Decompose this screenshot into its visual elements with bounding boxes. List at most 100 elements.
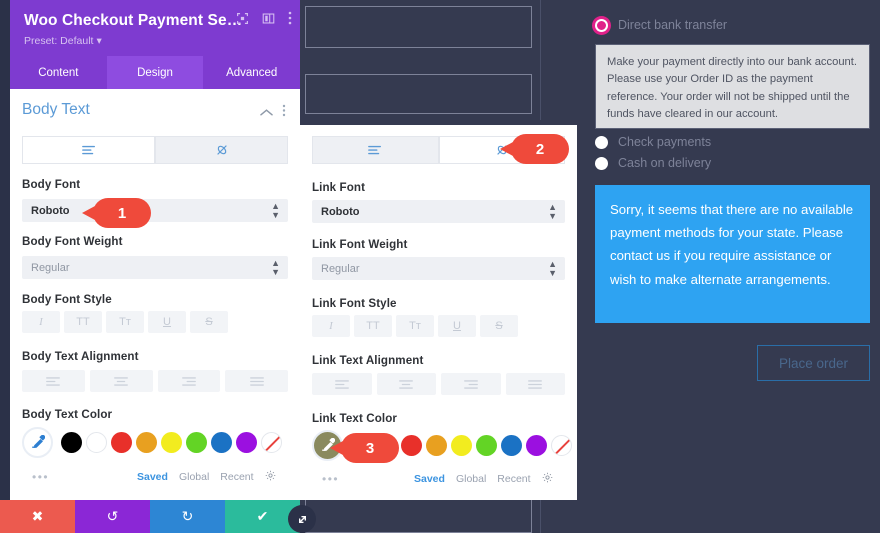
section-controls (260, 104, 286, 122)
swatch-purple[interactable] (236, 432, 257, 453)
strikethrough-button[interactable]: S (190, 311, 228, 333)
tab-design[interactable]: Design (106, 56, 204, 89)
gear-icon[interactable] (542, 472, 553, 486)
body-text-color-picker[interactable] (22, 427, 53, 458)
align-left-button[interactable] (22, 370, 85, 392)
swatch-blue[interactable] (501, 435, 522, 456)
modal-resize-handle[interactable] (288, 505, 316, 533)
body-link-tab[interactable] (155, 136, 288, 164)
align-center-button[interactable] (376, 373, 436, 395)
body-text-tab[interactable] (22, 136, 155, 164)
swatch-orange[interactable] (136, 432, 157, 453)
payment-option-direct-bank-transfer[interactable]: Direct bank transfer (595, 18, 727, 32)
body-text-type-toggle (22, 136, 288, 164)
layout-columns-icon[interactable] (262, 12, 275, 25)
more-vertical-icon[interactable] (288, 11, 292, 25)
modal-left-rail (0, 0, 10, 500)
swatch-green[interactable] (476, 435, 497, 456)
payment-option-label: Check payments (618, 135, 712, 149)
swatch-blue[interactable] (211, 432, 232, 453)
body-font-weight-label: Body Font Weight (22, 235, 123, 248)
undo-button[interactable]: ↺ (75, 500, 150, 533)
redo-button[interactable]: ↻ (150, 500, 225, 533)
palette-tab-saved[interactable]: Saved (137, 471, 168, 483)
swatch-red[interactable] (111, 432, 132, 453)
swatch-red[interactable] (401, 435, 422, 456)
swatch-yellow[interactable] (161, 432, 182, 453)
body-palette-tabs: Saved Global Recent (137, 470, 276, 484)
link-palette-tabs: Saved Global Recent (414, 472, 553, 486)
screen: Direct bank transfer Check payments Cash… (0, 0, 880, 533)
underline-button[interactable]: U (438, 315, 476, 337)
italic-button[interactable]: I (22, 311, 60, 333)
gear-icon[interactable] (265, 470, 276, 484)
payment-option-label: Cash on delivery (618, 156, 712, 170)
place-order-button[interactable]: Place order (757, 345, 870, 381)
palette-tab-recent[interactable]: Recent (220, 471, 253, 483)
capitalize-button[interactable]: Tᴛ (106, 311, 144, 333)
body-text-color-label: Body Text Color (22, 408, 113, 421)
link-font-weight-label: Link Font Weight (312, 238, 408, 251)
align-justify-button[interactable] (505, 373, 565, 395)
palette-tab-recent[interactable]: Recent (497, 473, 530, 485)
chevron-updown-icon: ▲ ▼ (271, 200, 280, 220)
body-font-weight-select[interactable]: Regular ▲ ▼ (22, 256, 288, 279)
align-right-button[interactable] (157, 370, 221, 392)
link-text-color-label: Link Text Color (312, 412, 398, 425)
swatch-none[interactable] (551, 435, 572, 456)
chevron-down-icon: ▾ (96, 35, 102, 47)
link-font-value: Roboto (321, 205, 360, 218)
radio-icon[interactable] (595, 156, 608, 170)
link-font-select[interactable]: Roboto ▲ ▼ (312, 200, 565, 223)
link-text-tab[interactable] (312, 136, 439, 164)
swatch-green[interactable] (186, 432, 207, 453)
body-font-select[interactable]: Roboto ▲ ▼ (22, 199, 288, 222)
chevron-up-icon[interactable] (260, 104, 273, 122)
payment-option-cash-on-delivery[interactable]: Cash on delivery (595, 156, 711, 170)
chevron-updown-icon: ▲ ▼ (548, 201, 557, 221)
underline-button[interactable]: U (148, 311, 186, 333)
tab-advanced[interactable]: Advanced (203, 56, 300, 89)
swatch-black[interactable] (61, 432, 82, 453)
swatch-white[interactable] (86, 432, 107, 453)
cancel-button[interactable]: ✖ (0, 500, 75, 533)
tab-content[interactable]: Content (10, 56, 107, 89)
align-left-button[interactable] (312, 373, 372, 395)
align-justify-button[interactable] (225, 370, 288, 392)
modal-preset-selector[interactable]: Preset: Default ▾ (24, 35, 102, 47)
callout-2: 2 (500, 134, 569, 164)
body-font-style-label: Body Font Style (22, 293, 112, 306)
link-font-style-label: Link Font Style (312, 297, 397, 310)
strikethrough-button[interactable]: S (480, 315, 518, 337)
body-text-color-swatches (22, 427, 282, 458)
uppercase-button[interactable]: TT (354, 315, 392, 337)
swatch-none[interactable] (261, 432, 282, 453)
swatch-purple[interactable] (526, 435, 547, 456)
link-font-weight-select[interactable]: Regular ▲ ▼ (312, 257, 565, 280)
body-font-style-buttons: I TT Tᴛ U S (22, 311, 288, 333)
align-center-button[interactable] (89, 370, 153, 392)
payment-option-check-payments[interactable]: Check payments (595, 135, 711, 149)
callout-1: 1 (82, 198, 151, 228)
swatch-yellow[interactable] (451, 435, 472, 456)
palette-tab-global[interactable]: Global (179, 471, 209, 483)
palette-tab-global[interactable]: Global (456, 473, 486, 485)
swatch-orange[interactable] (426, 435, 447, 456)
modal-header: Woo Checkout Payment Se… Preset: Default… (10, 0, 300, 56)
fullscreen-icon[interactable] (236, 12, 249, 25)
payment-option-label: Direct bank transfer (618, 18, 728, 32)
body-color-more-options[interactable]: ••• (32, 470, 49, 484)
link-color-more-options[interactable]: ••• (322, 472, 339, 486)
capitalize-button[interactable]: Tᴛ (396, 315, 434, 337)
uppercase-button[interactable]: TT (64, 311, 102, 333)
radio-icon[interactable] (595, 135, 608, 149)
radio-icon[interactable] (595, 18, 608, 32)
align-right-button[interactable] (441, 373, 501, 395)
callout-3: 3 (330, 433, 399, 463)
modal-preset-label: Preset: Default (24, 35, 94, 47)
body-text-alignment-label: Body Text Alignment (22, 350, 139, 363)
italic-button[interactable]: I (312, 315, 350, 337)
palette-tab-saved[interactable]: Saved (414, 473, 445, 485)
more-vertical-icon[interactable] (282, 104, 286, 122)
body-font-label: Body Font (22, 178, 81, 191)
